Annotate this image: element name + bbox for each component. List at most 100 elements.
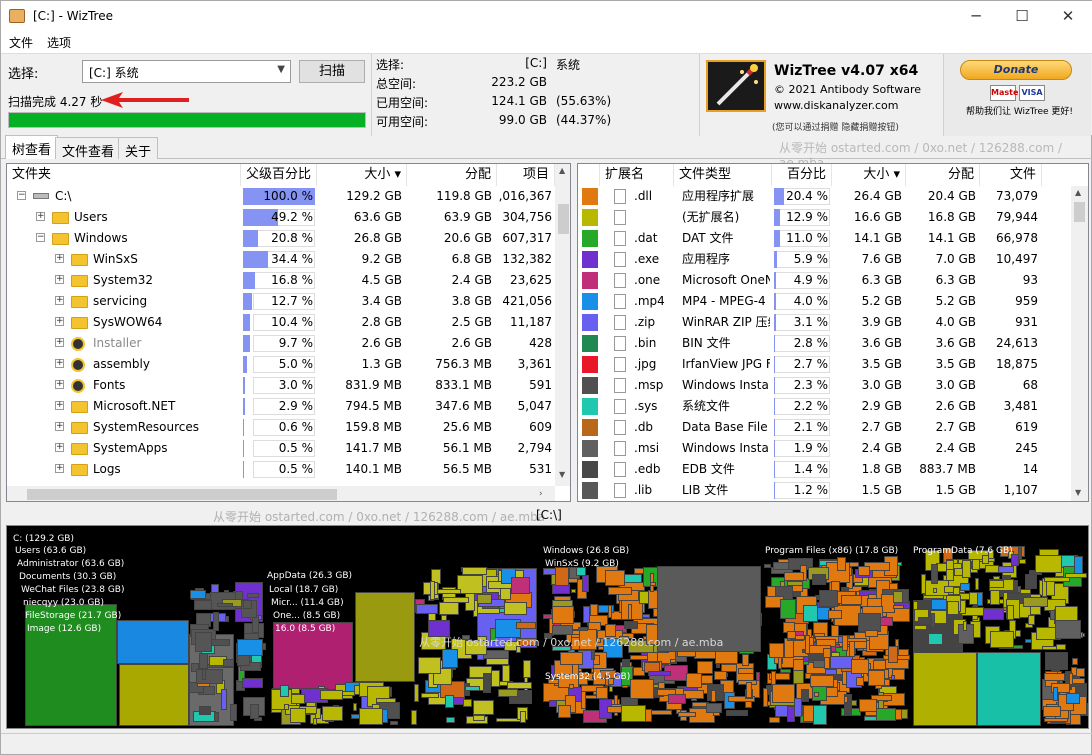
table-row[interactable]: − C:\ 100.0 % 129.2 GB 119.8 GB ,016,367 (7, 186, 555, 207)
scroll-down-icon[interactable]: ▼ (559, 470, 565, 479)
maximize-icon[interactable]: ☐ (999, 1, 1045, 33)
folder-hscrollbar[interactable]: › (7, 486, 555, 501)
table-row[interactable]: + SystemApps 0.5 % 141.7 MB 56.1 MB 2,794 (7, 438, 555, 459)
scan-button[interactable]: 扫描 (299, 60, 365, 83)
color-swatch (582, 356, 598, 373)
treemap-cell (985, 565, 999, 573)
minimize-icon[interactable]: ─ (953, 1, 999, 33)
treemap-view[interactable]: C: (129.2 GB) Users (63.6 GB) Administrato… (6, 525, 1089, 729)
color-swatch (582, 398, 598, 415)
table-row[interactable]: + WinSxS 34.4 % 9.2 GB 6.8 GB 132,382 (7, 249, 555, 270)
tab-tree-view[interactable]: 树查看 (5, 135, 59, 159)
col-header-alloc[interactable]: 分配 (407, 164, 497, 186)
table-row[interactable]: .exe 应用程序 5.9 % 7.6 GB 7.0 GB 10,497 (578, 249, 1071, 270)
expand-icon[interactable]: + (55, 401, 64, 410)
table-row[interactable]: + servicing 12.7 % 3.4 GB 3.8 GB 421,056 (7, 291, 555, 312)
table-row[interactable]: − Windows 20.8 % 26.8 GB 20.6 GB 607,317 (7, 228, 555, 249)
expand-icon[interactable]: + (55, 464, 64, 473)
table-row[interactable]: + SystemResources 0.6 % 159.8 MB 25.6 MB 609 (7, 417, 555, 438)
scroll-right-icon[interactable]: › (539, 489, 543, 499)
expand-icon[interactable]: + (55, 422, 64, 431)
table-row[interactable]: .bin BIN 文件 2.8 % 3.6 GB 3.6 GB 24,613 (578, 333, 1071, 354)
col-header-pct[interactable]: 百分比 (772, 164, 832, 186)
folder-name: assembly (93, 357, 150, 371)
percent: 4.0 % (793, 294, 828, 308)
expand-icon[interactable]: + (55, 296, 64, 305)
menu-options[interactable]: 选项 (47, 34, 71, 51)
table-row[interactable]: .dat DAT 文件 11.0 % 14.1 GB 14.1 GB 66,978 (578, 228, 1071, 249)
table-row[interactable]: .sys 系统文件 2.2 % 2.9 GB 2.6 GB 3,481 (578, 396, 1071, 417)
tab-file-view[interactable]: 文件查看 (55, 137, 122, 160)
file-type: MP4 - MPEG-4 E (682, 294, 770, 308)
stat-select-value: [C:] (525, 56, 547, 70)
close-icon[interactable]: ✕ (1045, 1, 1091, 33)
items: 2,794 (517, 441, 552, 455)
col-header-type[interactable]: 文件类型 (674, 164, 772, 186)
scroll-up-icon[interactable]: ▲ (559, 166, 565, 175)
treemap-cell (446, 717, 455, 723)
table-row[interactable]: + SysWOW64 10.4 % 2.8 GB 2.5 GB 11,187 (7, 312, 555, 333)
expand-icon[interactable]: + (55, 338, 64, 347)
scroll-thumb[interactable] (27, 489, 337, 500)
table-row[interactable]: + Installer 9.7 % 2.6 GB 2.6 GB 428 (7, 333, 555, 354)
scroll-thumb[interactable] (1074, 202, 1085, 222)
expand-icon[interactable]: + (55, 443, 64, 452)
folder-vscrollbar[interactable]: ▲ ▼ (555, 164, 570, 486)
percent: 3.1 % (793, 315, 828, 329)
table-row[interactable]: .dll 应用程序扩展 20.4 % 26.4 GB 20.4 GB 73,079 (578, 186, 1071, 207)
payment-cards: MasterVISA (990, 85, 1048, 101)
table-row[interactable]: + System32 16.8 % 4.5 GB 2.4 GB 23,625 (7, 270, 555, 291)
table-row[interactable]: .zip WinRAR ZIP 压缩 3.1 % 3.9 GB 4.0 GB 931 (578, 312, 1071, 333)
col-header-size[interactable]: 大小 ▾ (317, 164, 407, 186)
stat-select-key: 选择: (376, 58, 405, 72)
treemap-block (119, 664, 189, 726)
table-row[interactable]: .db Data Base File 2.1 % 2.7 GB 2.7 GB 619 (578, 417, 1071, 438)
treemap-cell (473, 700, 494, 715)
expand-icon[interactable]: + (55, 359, 64, 368)
expand-icon[interactable]: + (36, 212, 45, 221)
ext-vscrollbar[interactable]: ▲ ▼ (1071, 186, 1088, 501)
table-row[interactable]: .lib LIB 文件 1.2 % 1.5 GB 1.5 GB 1,107 (578, 480, 1071, 501)
treemap-cell (856, 677, 864, 686)
percent: 1.9 % (793, 441, 828, 455)
website-link[interactable]: www.diskanalyzer.com (774, 99, 899, 112)
table-row[interactable]: + Microsoft.NET 2.9 % 794.5 MB 347.6 MB 5,047 (7, 396, 555, 417)
table-row[interactable]: + Logs 0.5 % 140.1 MB 56.5 MB 531 (7, 459, 555, 480)
allocated: 883.7 MB (919, 462, 976, 476)
col-header-items[interactable]: 项目 (497, 164, 555, 186)
table-row[interactable]: + Users 49.2 % 63.6 GB 63.9 GB 304,756 (7, 207, 555, 228)
scroll-up-icon[interactable]: ▲ (1075, 188, 1081, 197)
scroll-down-icon[interactable]: ▼ (1075, 488, 1081, 497)
menu-file[interactable]: 文件 (9, 34, 33, 51)
table-row[interactable]: .msi Windows Installe 1.9 % 2.4 GB 2.4 GB 245 (578, 438, 1071, 459)
table-row[interactable]: + assembly 5.0 % 1.3 GB 756.3 MB 3,361 (7, 354, 555, 375)
table-row[interactable]: (无扩展名) 12.9 % 16.6 GB 16.8 GB 79,944 (578, 207, 1071, 228)
col-header-alloc[interactable]: 分配 (906, 164, 980, 186)
collapse-icon[interactable]: − (36, 233, 45, 242)
donate-button[interactable]: Donate (960, 60, 1072, 80)
col-header-folder[interactable]: 文件夹 (7, 164, 241, 186)
table-row[interactable]: .mp4 MP4 - MPEG-4 E 4.0 % 5.2 GB 5.2 GB 959 (578, 291, 1071, 312)
table-row[interactable]: + Fonts 3.0 % 831.9 MB 833.1 MB 591 (7, 375, 555, 396)
extension: .sys (634, 399, 658, 413)
expand-icon[interactable]: + (55, 275, 64, 284)
drive-select[interactable]: [C:] 系统 ▼ (82, 60, 291, 83)
table-row[interactable]: .edb EDB 文件 1.4 % 1.8 GB 883.7 MB 14 (578, 459, 1071, 480)
expand-icon[interactable]: + (55, 380, 64, 389)
treemap-cell (678, 712, 696, 717)
tab-about[interactable]: 关于 (118, 137, 159, 160)
col-header-ext[interactable]: 扩展名 (600, 164, 674, 186)
collapse-icon[interactable]: − (17, 191, 26, 200)
table-row[interactable]: .one Microsoft OneN 4.9 % 6.3 GB 6.3 GB 93 (578, 270, 1071, 291)
table-row[interactable]: .msp Windows Installe 2.3 % 3.0 GB 3.0 GB 68 (578, 375, 1071, 396)
scroll-thumb[interactable] (558, 204, 569, 234)
expand-icon[interactable]: + (55, 254, 64, 263)
col-header-size[interactable]: 大小 ▾ (832, 164, 906, 186)
extension: .one (634, 273, 661, 287)
col-header-parent-pct[interactable]: 父级百分比 (241, 164, 317, 186)
col-header-files[interactable]: 文件 (980, 164, 1042, 186)
treemap-cell (477, 594, 492, 604)
table-row[interactable]: .jpg IrfanView JPG Fil 2.7 % 3.5 GB 3.5 GB 18… (578, 354, 1071, 375)
treemap-label: Documents (30.3 GB) (19, 572, 117, 582)
expand-icon[interactable]: + (55, 317, 64, 326)
